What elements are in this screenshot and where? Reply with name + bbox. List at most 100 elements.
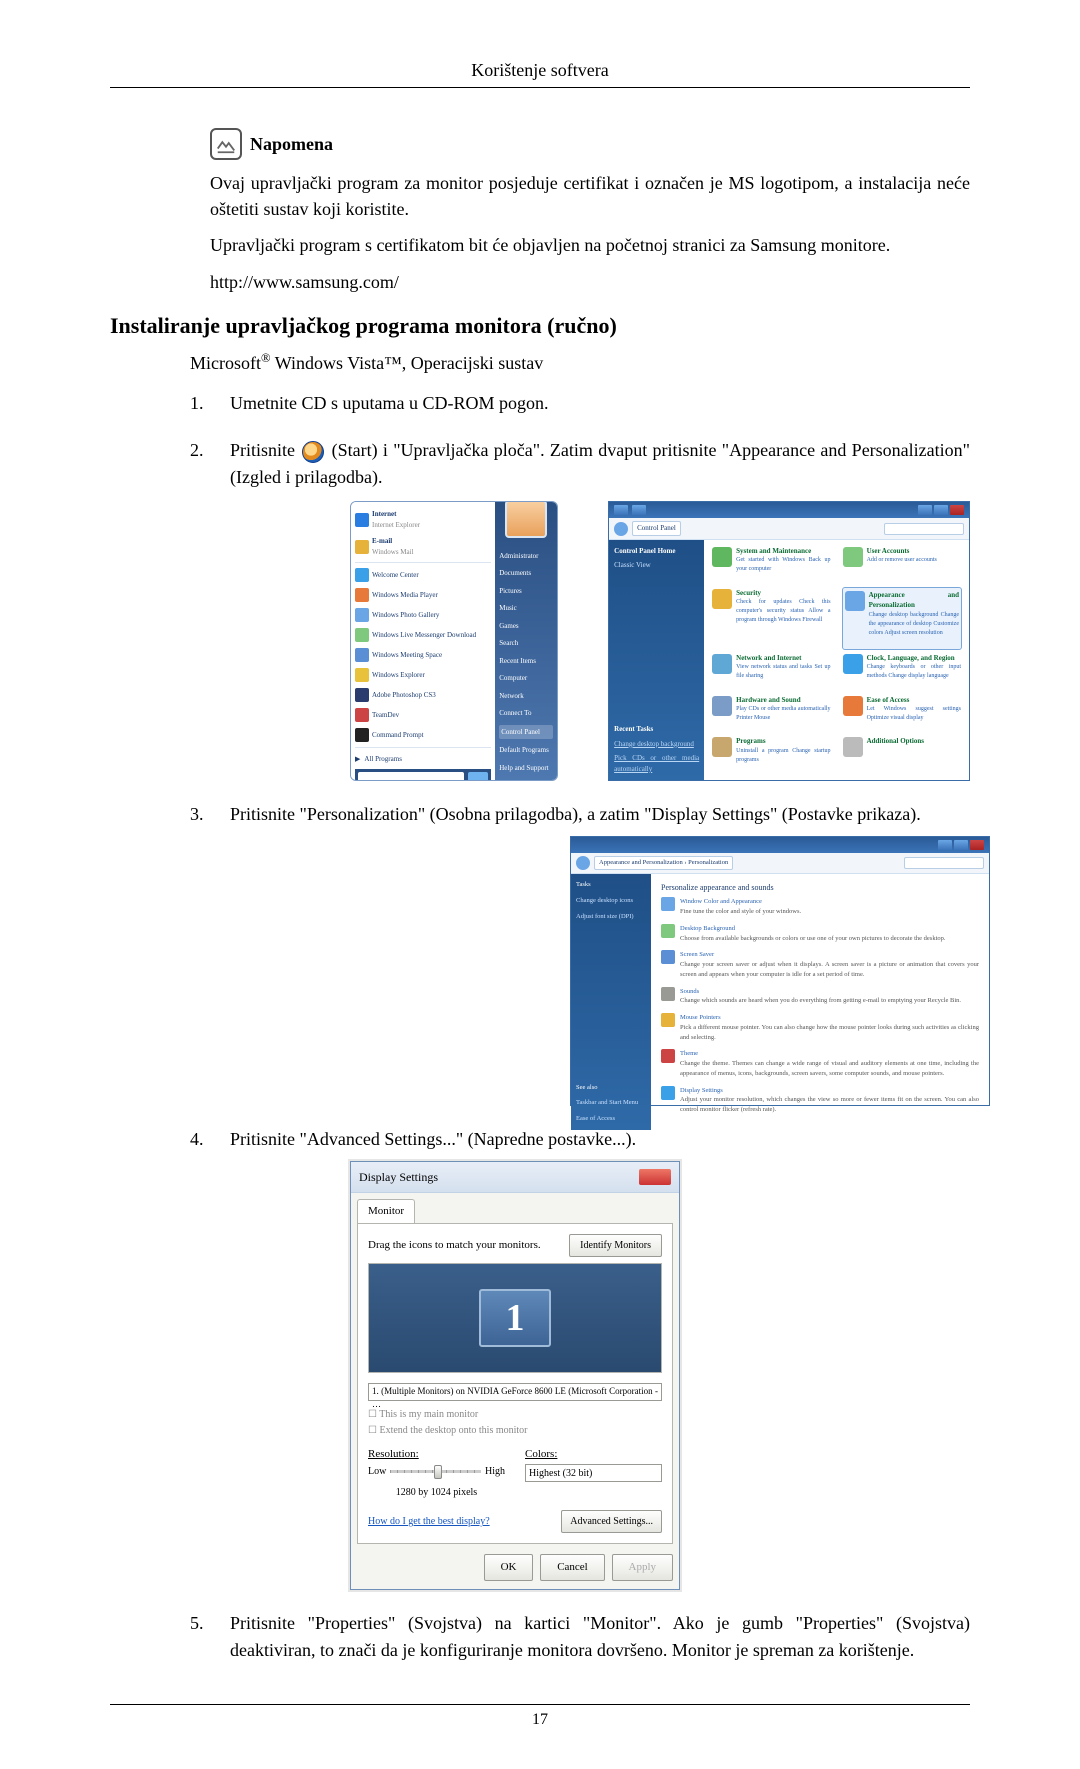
monitor-select[interactable]: 1. (Multiple Monitors) on NVIDIA GeForce… (368, 1383, 662, 1401)
note-icon (210, 128, 242, 160)
pw-back-icon[interactable] (576, 856, 590, 870)
cp-side-res[interactable]: Pick CDs or other media automatically (614, 753, 699, 774)
step-3: Pritisnite "Personalization" (Osobna pri… (190, 801, 970, 1106)
cp-side-home[interactable]: Control Panel Home (614, 546, 699, 557)
screenshot-personalization: Appearance and Personalization › Persona… (570, 836, 970, 1106)
pw-sidebar: Tasks Change desktop icons Adjust font s… (571, 874, 651, 1130)
fwd-icon[interactable] (632, 505, 646, 515)
resolution-label: Resolution: (368, 1446, 505, 1463)
sm-wmp[interactable]: Windows Media Player (355, 585, 491, 605)
sm-photoshop[interactable]: Adobe Photoshop CS3 (355, 685, 491, 705)
resolution-slider[interactable]: Low High (368, 1464, 505, 1479)
monitor-1-icon[interactable]: 1 (479, 1289, 551, 1347)
cp-clock[interactable]: Clock, Language, and RegionChange keyboa… (843, 653, 961, 691)
max-icon[interactable] (934, 505, 948, 515)
subheading-rest: Windows Vista™, Operacijski sustav (271, 353, 544, 373)
sm-control-panel[interactable]: Control Panel (499, 725, 553, 740)
sm-wlm[interactable]: Windows Live Messenger Download (355, 625, 491, 645)
pw-close-icon[interactable] (970, 840, 984, 850)
note-url: http://www.samsung.com/ (210, 272, 970, 293)
pw-search[interactable] (904, 857, 984, 869)
sm-admin: Administrator (499, 550, 553, 563)
monitor-area[interactable]: 1 (368, 1263, 662, 1373)
sm-welcome[interactable]: Welcome Center (355, 565, 491, 585)
sm-email[interactable]: E-mailWindows Mail (355, 533, 491, 560)
page-header: Korištenje softvera (110, 60, 970, 81)
cp-sec[interactable]: SecurityCheck for updates Check this com… (712, 588, 830, 649)
note-para-2: Upravljački program s certifikatom bit ć… (210, 232, 970, 258)
pw-ds[interactable]: Display SettingsAdjust your monitor reso… (661, 1086, 979, 1115)
sm-cmd[interactable]: Command Prompt (355, 725, 491, 745)
min-icon[interactable] (918, 505, 932, 515)
sm-search[interactable] (355, 769, 491, 782)
pw-wca[interactable]: Window Color and AppearanceFine tune the… (661, 897, 979, 917)
sm-music[interactable]: Music (499, 602, 553, 615)
step-2a: Pritisnite (230, 440, 300, 460)
pw-snd[interactable]: SoundsChange which sounds are heard when… (661, 987, 979, 1007)
user-avatar (505, 501, 547, 538)
resolution-value: 1280 by 1024 pixels (368, 1485, 505, 1500)
pw-icons[interactable]: Change desktop icons (576, 896, 646, 906)
cp-main: System and MaintenanceGet started with W… (704, 540, 969, 781)
cp-search[interactable] (884, 523, 964, 535)
back-icon[interactable] (614, 505, 628, 515)
chk-main[interactable]: ☐ This is my main monitor (368, 1407, 662, 1422)
cp-appearance-selected[interactable]: Appearance and PersonalizationChange des… (843, 588, 961, 649)
apply-button[interactable]: Apply (612, 1554, 674, 1581)
cp-hw[interactable]: Hardware and SoundPlay CDs or other medi… (712, 695, 830, 733)
pw-max-icon[interactable] (954, 840, 968, 850)
pw-ea[interactable]: Ease of Access (576, 1114, 646, 1124)
personalization-window: Appearance and Personalization › Persona… (570, 836, 990, 1106)
start-left: InternetInternet Explorer E-mailWindows … (351, 502, 495, 780)
pw-th[interactable]: ThemeChange the theme. Themes can change… (661, 1049, 979, 1078)
pw-crumb[interactable]: Appearance and Personalization › Persona… (594, 856, 733, 870)
sm-teamdev[interactable]: TeamDev (355, 705, 491, 725)
close-icon[interactable] (950, 505, 964, 515)
sm-network[interactable]: Network (499, 690, 553, 703)
sm-help[interactable]: Help and Support (499, 762, 553, 775)
cp-sys[interactable]: System and MaintenanceGet started with W… (712, 546, 830, 584)
pw-mp[interactable]: Mouse PointersPick a different mouse poi… (661, 1013, 979, 1042)
cp-side-classic[interactable]: Classic View (614, 560, 699, 571)
sm-internet[interactable]: InternetInternet Explorer (355, 506, 491, 533)
sm-games[interactable]: Games (499, 620, 553, 633)
sm-recent[interactable]: Recent Items (499, 655, 553, 668)
pw-tb[interactable]: Taskbar and Start Menu (576, 1098, 646, 1108)
pw-min-icon[interactable] (938, 840, 952, 850)
cp-net[interactable]: Network and InternetView network status … (712, 653, 830, 691)
pw-tasks: Tasks (576, 880, 646, 890)
cp-ease[interactable]: Ease of AccessLet Windows suggest settin… (843, 695, 961, 733)
pw-font[interactable]: Adjust font size (DPI) (576, 912, 646, 922)
page-number: 17 (110, 1711, 970, 1729)
ok-button[interactable]: OK (484, 1554, 534, 1581)
ds-close-icon[interactable] (639, 1169, 671, 1185)
cancel-button[interactable]: Cancel (540, 1554, 605, 1581)
sm-all-programs[interactable]: ▶ All Programs (355, 750, 491, 769)
nav-back-icon[interactable] (614, 522, 628, 536)
sm-computer[interactable]: Computer (499, 672, 553, 685)
chk-extend[interactable]: ☐ Extend the desktop onto this monitor (368, 1423, 662, 1438)
sm-gallery[interactable]: Windows Photo Gallery (355, 605, 491, 625)
pw-ss[interactable]: Screen SaverChange your screen saver or … (661, 950, 979, 979)
sm-pics[interactable]: Pictures (499, 585, 553, 598)
sm-search-r[interactable]: Search (499, 637, 553, 650)
advanced-settings-button[interactable]: Advanced Settings... (561, 1510, 662, 1533)
sm-explorer[interactable]: Windows Explorer (355, 665, 491, 685)
cp-user[interactable]: User AccountsAdd or remove user accounts (843, 546, 961, 584)
sm-connect[interactable]: Connect To (499, 707, 553, 720)
cp-add[interactable]: Additional Options (843, 736, 961, 774)
ds-tab-monitor[interactable]: Monitor (357, 1199, 415, 1223)
pw-db[interactable]: Desktop BackgroundChoose from available … (661, 924, 979, 944)
sm-meeting[interactable]: Windows Meeting Space (355, 645, 491, 665)
colors-select[interactable]: Highest (32 bit) (525, 1464, 662, 1482)
cp-crumb[interactable]: Control Panel (632, 521, 681, 536)
cp-prog[interactable]: ProgramsUninstall a program Change start… (712, 736, 830, 774)
sm-docs[interactable]: Documents (499, 567, 553, 580)
identify-monitors-button[interactable]: Identify Monitors (569, 1234, 662, 1257)
help-link[interactable]: How do I get the best display? (368, 1514, 490, 1529)
subheading: Microsoft® Windows Vista™, Operacijski s… (190, 351, 970, 374)
header-rule (110, 87, 970, 88)
pw-see: See also (576, 1083, 646, 1093)
cp-side-bg[interactable]: Change desktop background (614, 739, 699, 750)
sm-defaults[interactable]: Default Programs (499, 744, 553, 757)
